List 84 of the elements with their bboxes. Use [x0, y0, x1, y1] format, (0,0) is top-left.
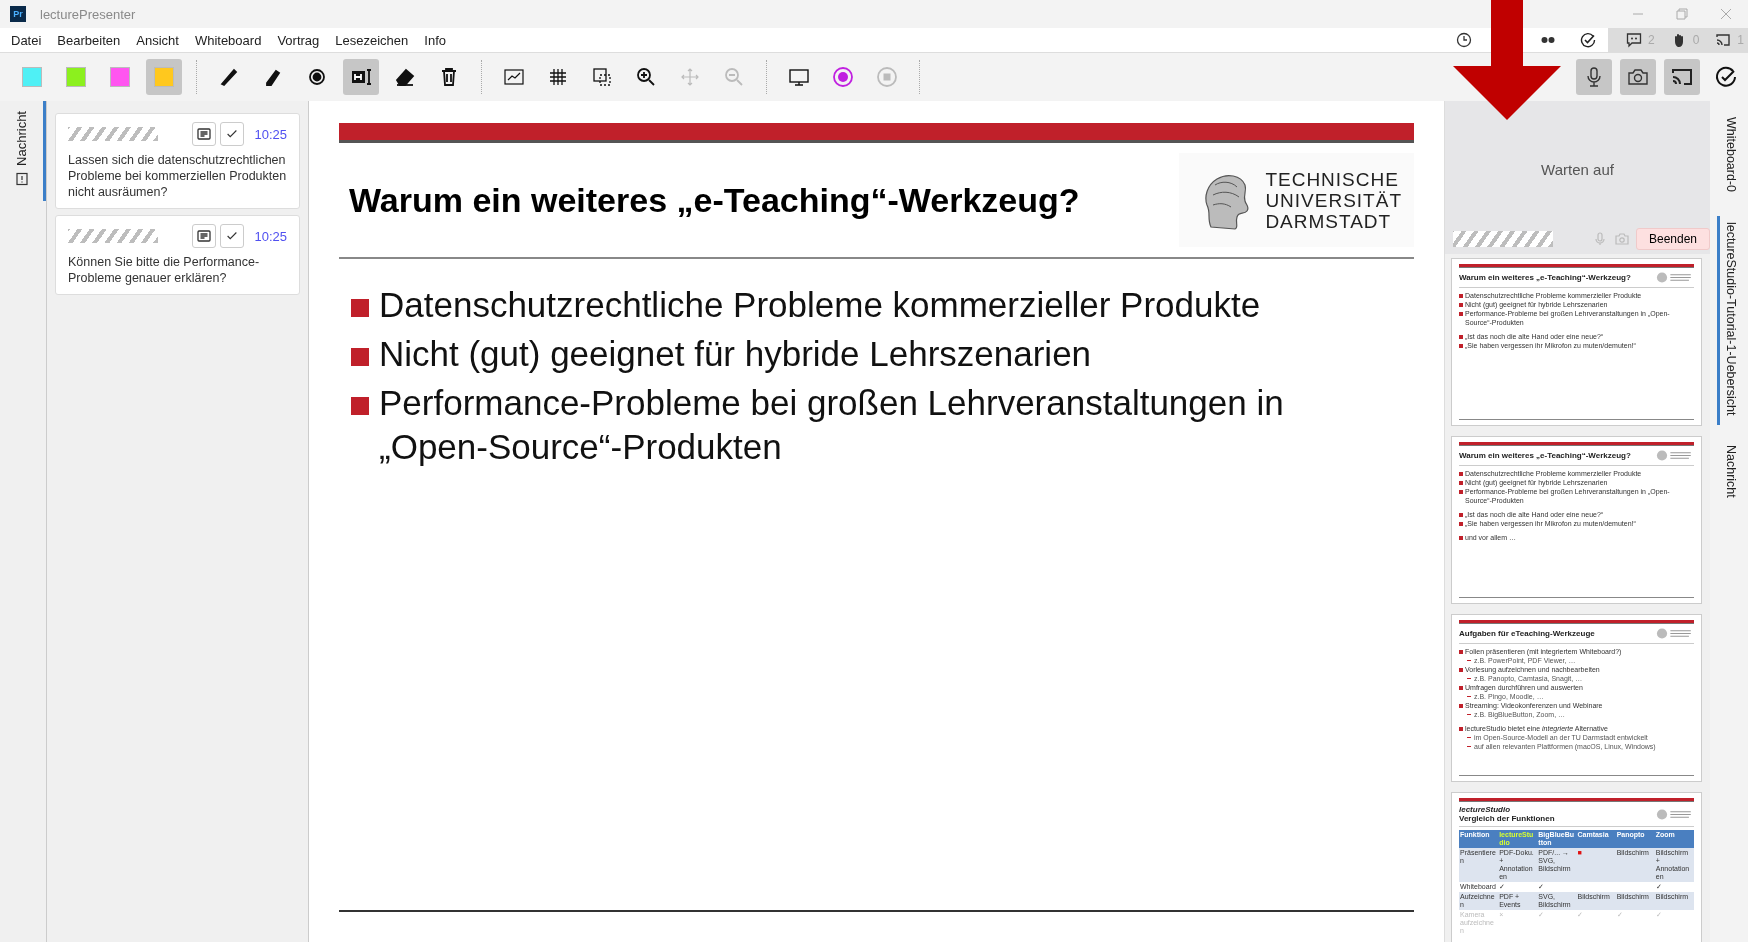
- message-text: Können Sie bitte die Performance-Probleme genauer erklären?: [68, 254, 261, 286]
- message-alert-icon: [14, 171, 29, 186]
- bullet-icon: [351, 397, 369, 415]
- show-message-button[interactable]: [192, 224, 217, 248]
- bullet-text: Performance-Probleme bei großen Lehrveranstaltungen in „Open-Source“-Produkten: [379, 382, 1285, 468]
- message-text: Lassen sich die datenschutzrechtlichen Probleme bei kommerziellen Produkten nicht ausräumen?: [68, 152, 287, 200]
- university-logo-icon: [1656, 271, 1694, 284]
- thumbnail-title: Vergleich der Funktionen: [1459, 814, 1556, 823]
- end-button[interactable]: Beenden: [1635, 228, 1710, 250]
- thumbnail-title: lectureStudio: [1459, 805, 1512, 814]
- bullet-icon: [351, 299, 369, 317]
- slide-thumbnail[interactable]: [1451, 614, 1702, 782]
- bullet-text: Nicht (gut) geeignet für hybride Lehrszenarien: [379, 333, 1092, 375]
- clock-icon[interactable]: [1455, 32, 1472, 48]
- message-time: 10:25: [254, 228, 287, 244]
- bullet-icon: [1459, 294, 1463, 298]
- university-logo-icon: [1656, 807, 1694, 821]
- menu-item[interactable]: Datei: [11, 32, 42, 48]
- bullet-icon: [1459, 513, 1463, 517]
- bullet-icon: [1459, 668, 1463, 672]
- bullet-icon: [1459, 704, 1463, 708]
- check-circle-icon: [1714, 65, 1738, 89]
- message-time: 10:25: [254, 126, 287, 142]
- dash-icon: [1467, 696, 1471, 697]
- bullet-icon: [1459, 522, 1463, 526]
- dash-icon: [1467, 746, 1471, 747]
- window-title: lecturePresenter: [40, 6, 136, 22]
- logo-text: TECHNISCHE: [1265, 168, 1400, 190]
- menu-item[interactable]: Info: [424, 32, 446, 48]
- camera-icon: [1613, 231, 1630, 247]
- slide-title: Warum ein weiteres „e-Teaching“-Werkzeug?: [349, 180, 1081, 220]
- dash-icon: [1467, 660, 1471, 661]
- message-lines-icon: [196, 126, 213, 142]
- bullet-icon: [1459, 472, 1463, 476]
- document-tab[interactable]: lectureStudio-Tutorial-1-Uebersicht: [1716, 216, 1742, 426]
- dash-icon: [1467, 678, 1471, 679]
- bullet-icon: [1459, 490, 1463, 494]
- bullet-icon: [351, 348, 369, 366]
- camera-button[interactable]: [1620, 59, 1656, 95]
- cast-icon[interactable]: [1715, 32, 1732, 48]
- menu-item[interactable]: Lesezeichen: [335, 32, 409, 48]
- bullet-icon: [1459, 727, 1463, 731]
- document-tab[interactable]: Nachricht: [1716, 439, 1742, 509]
- chat-icon[interactable]: [1625, 32, 1642, 48]
- slide-thumbnail[interactable]: [1451, 436, 1702, 604]
- bullet-icon: [1459, 312, 1463, 316]
- bullet-icon: [1459, 303, 1463, 307]
- thumbnail-title: Warum ein weiteres „e-Teaching“-Werkzeug?: [1459, 273, 1632, 282]
- selection-icon: [590, 65, 614, 89]
- bullet-icon: [1459, 344, 1463, 348]
- menu-item[interactable]: Whiteboard: [194, 32, 262, 48]
- logo-text: DARMSTADT: [1265, 210, 1393, 232]
- cast-button[interactable]: [1664, 59, 1700, 95]
- text-tool-button[interactable]: [343, 59, 379, 95]
- bullet-icon: [1459, 481, 1463, 485]
- thumbnail-title: Aufgaben für eTeaching-Werkzeuge: [1459, 629, 1596, 638]
- university-logo-icon: [1656, 627, 1694, 640]
- thumbnail-title: Warum ein weiteres „e-Teaching“-Werkzeug?: [1459, 451, 1632, 460]
- color-swatch-button[interactable]: [146, 59, 182, 95]
- record-icon: [831, 65, 855, 89]
- dash-icon: [1467, 737, 1471, 738]
- dash-icon: [1467, 714, 1471, 715]
- slide-thumbnail[interactable]: [1451, 792, 1702, 942]
- microphone-button[interactable]: [1576, 59, 1612, 95]
- stop-icon: [875, 65, 899, 89]
- menu-item[interactable]: Bearbeiten: [57, 32, 121, 48]
- bullet-icon: [1459, 686, 1463, 690]
- bullet-icon: [1459, 335, 1463, 339]
- bullet-icon: [1459, 536, 1463, 540]
- menu-item[interactable]: Vortrag: [277, 32, 320, 48]
- logo-text: UNIVERSITÄT: [1265, 189, 1402, 211]
- message-lines-icon: [196, 228, 213, 244]
- university-logo-icon: [1656, 449, 1694, 462]
- show-message-button[interactable]: [192, 122, 217, 146]
- check-circle-icon[interactable]: [1579, 32, 1596, 48]
- document-tab[interactable]: Whiteboard-0: [1716, 111, 1742, 203]
- stream-status: Warten auf: [1540, 160, 1615, 180]
- bullet-text: Datenschutzrechtliche Probleme kommerzieller Produkte: [379, 284, 1261, 326]
- check-button[interactable]: [220, 224, 245, 248]
- menu-item[interactable]: Ansicht: [136, 32, 179, 48]
- bullet-icon: [1459, 650, 1463, 654]
- slide-thumbnail[interactable]: [1451, 258, 1702, 426]
- check-button[interactable]: [220, 122, 245, 146]
- app-logo-icon: Pr: [10, 6, 26, 22]
